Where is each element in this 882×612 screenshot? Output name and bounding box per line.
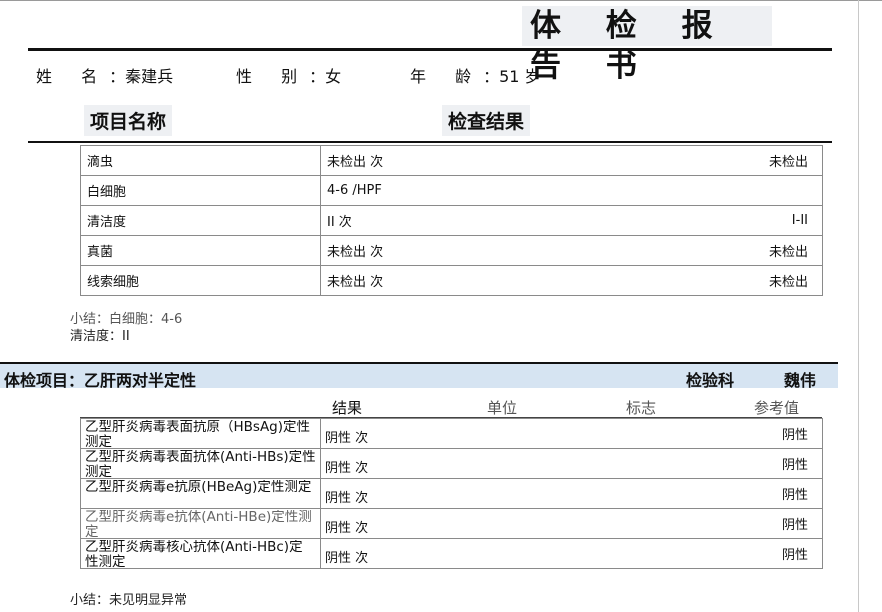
item-name: 乙型肝炎病毒核心抗体(Anti-HBc)定性测定 [85, 540, 303, 568]
section1-results-table: 滴虫 未检出 次 未检出 白细胞 4-6 /HPF 清洁度 II 次 I-II … [80, 145, 823, 296]
item-value: 阴性 次 [320, 478, 461, 509]
patient-gender-value: ：女 [309, 67, 342, 86]
item-name: 滴虫 [80, 145, 321, 176]
report-title: 体 检 报 告 书 [522, 6, 772, 84]
summary-line-wbc: 小结：白细胞：4-6 [70, 312, 183, 327]
table-row: 真菌 未检出 次 未检出 [80, 235, 823, 266]
item-value: 未检出 次 [320, 145, 461, 176]
table-row: 线索细胞 未检出 次 未检出 [80, 265, 823, 296]
item-value: 4-6 /HPF [320, 175, 461, 206]
patient-gender-label: 性 别 [236, 67, 310, 86]
table-row: 乙型肝炎病毒表面抗原（HBsAg)定性测定 阴性 次 阴性 [80, 418, 823, 449]
item-name: 真菌 [80, 235, 321, 266]
section1-summary: 小结：白细胞：4-6 清洁度：II [70, 311, 182, 345]
item-name-cell: 乙型肝炎病毒e抗体(Anti-HBe)定性测定 [80, 508, 321, 539]
item-name-cell: 乙型肝炎病毒表面抗原（HBsAg)定性测定 [80, 418, 321, 449]
patient-gender-field: 性 别：女 [236, 63, 341, 87]
item-reference: 阴性 [460, 418, 823, 449]
item-name-cell: 乙型肝炎病毒核心抗体(Anti-HBc)定性测定 [80, 538, 321, 569]
summary-line-cleanliness: 清洁度：II [70, 329, 130, 344]
item-name-cell: 乙型肝炎病毒表面抗体(Anti-HBs)定性测定 [80, 448, 321, 479]
item-name: 白细胞 [80, 175, 321, 206]
item-reference: 阴性 [460, 508, 823, 539]
item-name: 清洁度 [80, 205, 321, 236]
item-name: 乙型肝炎病毒表面抗体(Anti-HBs)定性测定 [85, 450, 316, 478]
report-page: 体 检 报 告 书 姓 名：秦建兵 性 别：女 年 龄：51 岁 项目名称 检查… [0, 0, 882, 612]
title-rule [28, 48, 832, 51]
section2-header-bar: 体检项目：乙肝两对半定性 检验科 魏伟 [0, 362, 838, 390]
column-header-result: 检查结果 [442, 105, 531, 136]
table-row: 乙型肝炎病毒e抗原(HBeAg)定性测定 阴性 次 阴性 [80, 478, 823, 509]
table-row: 乙型肝炎病毒e抗体(Anti-HBe)定性测定 阴性 次 阴性 [80, 508, 823, 539]
item-name-cell: 乙型肝炎病毒e抗原(HBeAg)定性测定 [80, 478, 321, 509]
item-value: 阴性 次 [320, 538, 461, 569]
subheader-unit: 单位 [487, 399, 518, 417]
item-reference: 未检出 [460, 145, 823, 176]
table-row: 滴虫 未检出 次 未检出 [80, 145, 823, 176]
header-rule [28, 141, 832, 143]
patient-name-label: 姓 名 [36, 67, 110, 86]
section2-doctor: 魏伟 [784, 371, 817, 390]
item-reference: 未检出 [460, 235, 823, 266]
item-reference: 阴性 [460, 538, 823, 569]
page-right-border [858, 0, 859, 612]
section2-title: 体检项目：乙肝两对半定性 [4, 371, 197, 390]
item-value: 阴性 次 [320, 508, 461, 539]
patient-age-label: 年 龄 [410, 67, 484, 86]
table-row: 乙型肝炎病毒核心抗体(Anti-HBc)定性测定 阴性 次 阴性 [80, 538, 823, 569]
item-name: 乙型肝炎病毒表面抗原（HBsAg)定性测定 [85, 420, 311, 448]
item-value: II 次 [320, 205, 461, 236]
table-row: 白细胞 4-6 /HPF [80, 175, 823, 206]
table-row: 清洁度 II 次 I-II [80, 205, 823, 236]
item-name: 乙型肝炎病毒e抗原(HBeAg)定性测定 [85, 480, 312, 495]
item-reference: I-II [460, 205, 823, 236]
item-value: 未检出 次 [320, 265, 461, 296]
item-reference [460, 175, 823, 206]
item-name: 乙型肝炎病毒e抗体(Anti-HBe)定性测定 [85, 510, 312, 538]
item-value: 阴性 次 [320, 448, 461, 479]
subheader-reference: 参考值 [754, 399, 800, 417]
table-row: 乙型肝炎病毒表面抗体(Anti-HBs)定性测定 阴性 次 阴性 [80, 448, 823, 479]
item-value: 未检出 次 [320, 235, 461, 266]
section2-summary: 小结：未见明显异常 [70, 593, 188, 608]
item-reference: 阴性 [460, 448, 823, 479]
page-top-border [0, 0, 882, 1]
section2-results-table: 乙型肝炎病毒表面抗原（HBsAg)定性测定 阴性 次 阴性 乙型肝炎病毒表面抗体… [80, 418, 823, 569]
subheader-flag: 标志 [626, 399, 657, 417]
item-reference: 未检出 [460, 265, 823, 296]
section2-department: 检验科 [686, 371, 735, 390]
item-name: 线索细胞 [80, 265, 321, 296]
item-value: 阴性 次 [320, 418, 461, 449]
column-header-item: 项目名称 [84, 105, 173, 136]
patient-name-field: 姓 名：秦建兵 [36, 63, 173, 87]
patient-age-value: ：51 岁 [483, 67, 541, 86]
subheader-result: 结果 [332, 399, 363, 417]
item-reference: 阴性 [460, 478, 823, 509]
patient-age-field: 年 龄：51 岁 [410, 63, 541, 87]
patient-name-value: ：秦建兵 [109, 67, 174, 86]
